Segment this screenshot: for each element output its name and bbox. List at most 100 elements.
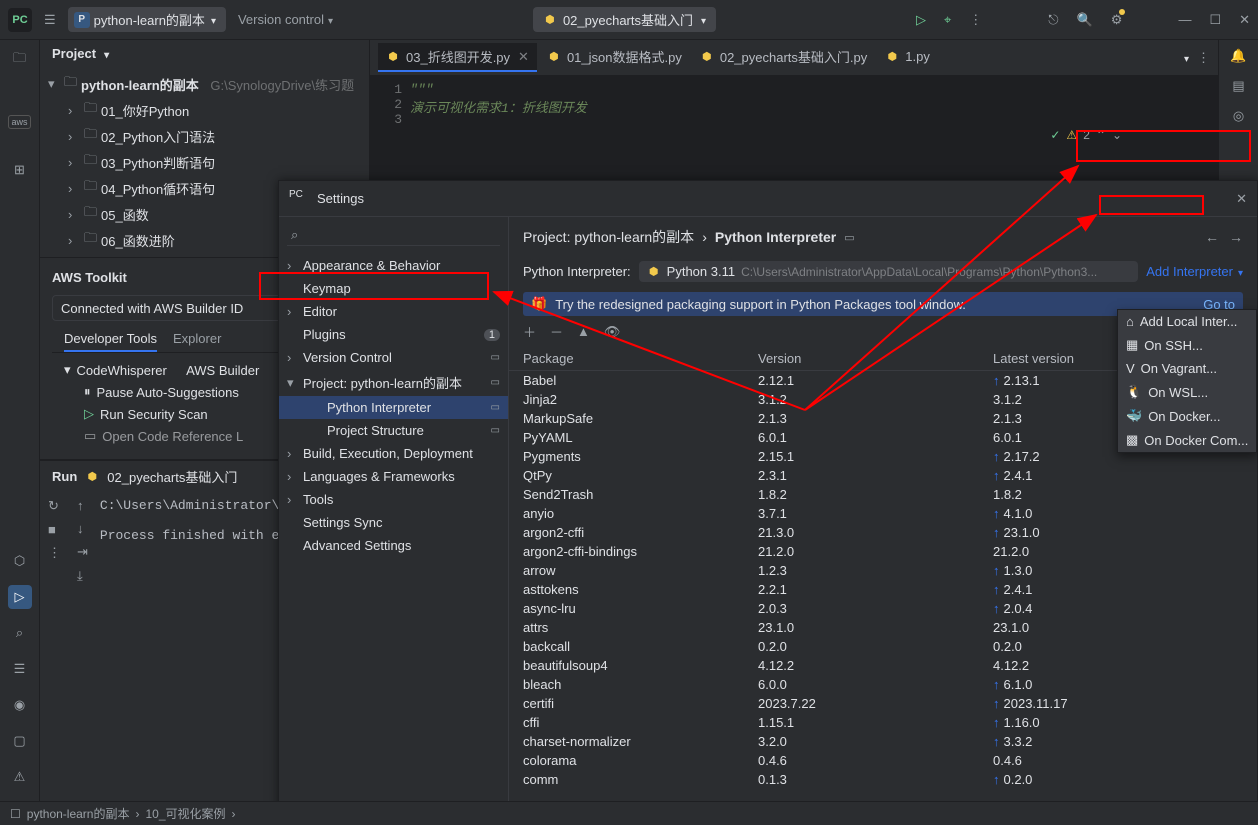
scroll-end-icon[interactable]: ⤓ [77, 568, 88, 584]
package-row[interactable]: charset-normalizer3.2.0↑ 3.3.2 [523, 732, 1243, 751]
aws-icon[interactable]: aws [8, 115, 30, 129]
cw-pause[interactable]: Pause Auto-Suggestions [97, 385, 239, 400]
remove-icon[interactable]: － [550, 322, 563, 341]
package-row[interactable]: Send2Trash1.8.2 1.8.2 [523, 485, 1243, 504]
editor-tab[interactable]: 1.py [877, 43, 938, 72]
editor-tab[interactable]: 01_json数据格式.py [539, 43, 690, 72]
package-row[interactable]: arrow1.2.3↑ 1.3.0 [523, 561, 1243, 580]
project-selector[interactable]: P python-learn的副本 [68, 7, 226, 32]
maximize-icon[interactable]: ☐ [1209, 12, 1221, 28]
cw-scan[interactable]: Run Security Scan [100, 407, 208, 422]
python-packages-icon[interactable]: ⬡ [8, 549, 32, 573]
interpreter-menu-item[interactable]: ⌂Add Local Inter... [1118, 310, 1256, 333]
search-icon[interactable]: 🔍 [1077, 12, 1093, 28]
aws-tab-devtools[interactable]: Developer Tools [64, 331, 157, 352]
forward-icon[interactable]: → [1229, 229, 1243, 245]
close-icon[interactable]: ✕ [1236, 191, 1247, 207]
package-row[interactable]: colorama0.4.6 0.4.6 [523, 751, 1243, 770]
settings-tree-item[interactable]: Advanced Settings [279, 534, 508, 557]
notifications-icon[interactable]: 🔔 [1230, 48, 1246, 64]
inspection-widget[interactable]: ✓⚠2⌃⌄ [1050, 128, 1122, 142]
package-row[interactable]: beautifulsoup44.12.2 4.12.2 [523, 656, 1243, 675]
interpreter-selector[interactable]: Python 3.11 C:\Users\Administrator\AppDa… [639, 261, 1139, 282]
quick-access-icon[interactable]: ◉ [8, 693, 32, 717]
aws-tab-explorer[interactable]: Explorer [173, 331, 221, 352]
settings-tree-item[interactable]: ›Languages & Frameworks [279, 465, 508, 488]
rerun-icon[interactable]: ↻ [48, 498, 61, 514]
package-row[interactable]: bleach6.0.0↑ 6.1.0 [523, 675, 1243, 694]
show-early-icon[interactable]: 👁 [604, 324, 621, 340]
interpreter-menu-item[interactable]: VOn Vagrant... [1118, 357, 1256, 380]
back-icon[interactable]: ← [1205, 229, 1219, 245]
package-row[interactable]: async-lru2.0.3↑ 2.0.4 [523, 599, 1243, 618]
soft-wrap-icon[interactable]: ⇥ [77, 544, 88, 560]
terminal-icon[interactable]: ▢ [8, 729, 32, 753]
settings-tree-item[interactable]: Project Structure▭ [279, 419, 508, 442]
cw-reference[interactable]: Open Code Reference L [102, 429, 243, 444]
search-input[interactable] [302, 228, 496, 243]
run-toolwindow-icon[interactable]: ▷ [8, 585, 32, 609]
project-name: python-learn的副本 [94, 10, 205, 29]
package-row[interactable]: backcall0.2.0 0.2.0 [523, 637, 1243, 656]
editor-tab[interactable]: 02_pyecharts基础入门.py [692, 43, 875, 72]
settings-tree-item[interactable]: Settings Sync [279, 511, 508, 534]
interpreter-menu-item[interactable]: 🐳On Docker... [1118, 404, 1256, 428]
tree-folder[interactable]: ›🗀01_你好Python [68, 97, 361, 123]
package-row[interactable]: anyio3.7.1↑ 4.1.0 [523, 504, 1243, 523]
hamburger-icon[interactable]: ☰ [44, 12, 56, 28]
vcs-dropdown[interactable]: Version control [238, 12, 333, 27]
interpreter-menu-item[interactable]: ▩On Docker Com... [1118, 428, 1256, 452]
package-row[interactable]: argon2-cffi-bindings21.2.0 21.2.0 [523, 542, 1243, 561]
settings-tree-item[interactable]: ▾Project: python-learn的副本▭ [279, 369, 508, 396]
interpreter-menu-item[interactable]: 🐧On WSL... [1118, 380, 1256, 404]
structure-icon[interactable]: ⊞ [8, 158, 32, 182]
more-icon[interactable]: ⋮ [1197, 50, 1210, 66]
settings-tree-item[interactable]: Python Interpreter▭ [279, 396, 508, 419]
tree-root[interactable]: python-learn的副本 [81, 75, 199, 94]
settings-tree-item[interactable]: ›Tools [279, 488, 508, 511]
settings-tree-item[interactable]: Keymap [279, 277, 508, 300]
tree-folder[interactable]: ›🗀02_Python入门语法 [68, 123, 361, 149]
package-row[interactable]: comm0.1.3↑ 0.2.0 [523, 770, 1243, 789]
up-icon[interactable]: ↑ [77, 498, 88, 513]
settings-tree-item[interactable]: ›Editor [279, 300, 508, 323]
settings-tree-item[interactable]: Plugins1 [279, 323, 508, 346]
interpreter-menu-item[interactable]: ▦On SSH... [1118, 333, 1256, 357]
add-interpreter-dropdown[interactable]: Add Interpreter [1146, 264, 1243, 279]
settings-tree-item[interactable]: ›Appearance & Behavior [279, 254, 508, 277]
stop-icon[interactable]: ■ [48, 522, 61, 537]
package-row[interactable]: argon2-cffi21.3.0↑ 23.1.0 [523, 523, 1243, 542]
services-icon[interactable]: ☰ [8, 657, 32, 681]
python-console-icon[interactable]: ⌕ [8, 621, 32, 645]
run-config-selector[interactable]: 02_pyecharts基础入门 [533, 7, 716, 32]
run-icon[interactable]: ▷ [916, 12, 926, 28]
folder-icon[interactable]: 🗀 [8, 48, 32, 72]
package-row[interactable]: asttokens2.2.1↑ 2.4.1 [523, 580, 1243, 599]
project-panel-header[interactable]: Project [40, 40, 369, 67]
sciview-icon[interactable]: ◎ [1233, 108, 1244, 124]
codewhisperer-node[interactable]: CodeWhisperer [77, 363, 167, 378]
settings-tree-item[interactable]: ›Version Control▭ [279, 346, 508, 369]
add-icon[interactable]: ＋ [523, 322, 536, 341]
settings-icon[interactable]: ⚙ [1111, 12, 1123, 28]
more-icon[interactable]: ⋮ [969, 12, 982, 28]
app-logo: PC [289, 189, 309, 209]
tree-folder[interactable]: ›🗀03_Python判断语句 [68, 149, 361, 175]
problems-icon[interactable]: ⚠ [8, 765, 32, 789]
upgrade-icon[interactable]: ▲ [577, 324, 590, 339]
close-icon[interactable]: ✕ [1239, 12, 1250, 28]
package-row[interactable]: attrs23.1.0 23.1.0 [523, 618, 1243, 637]
minimize-icon[interactable]: — [1178, 12, 1191, 27]
package-row[interactable]: certifi2023.7.22↑ 2023.11.17 [523, 694, 1243, 713]
package-row[interactable]: cffi1.15.1↑ 1.16.0 [523, 713, 1243, 732]
debug-icon[interactable]: ⌖ [944, 12, 951, 28]
more-icon[interactable]: ⋮ [48, 545, 61, 561]
settings-tree-item[interactable]: ›Build, Execution, Deployment [279, 442, 508, 465]
down-icon[interactable]: ↓ [77, 521, 88, 536]
tabs-dropdown-icon[interactable] [1182, 50, 1189, 65]
codewithme-icon[interactable]: ⎋ [1048, 12, 1058, 28]
database-icon[interactable]: ▤ [1232, 78, 1244, 94]
package-row[interactable]: QtPy2.3.1↑ 2.4.1 [523, 466, 1243, 485]
settings-search[interactable]: ⌕ [287, 225, 500, 246]
editor-tab[interactable]: 03_折线图开发.py✕ [378, 43, 537, 72]
